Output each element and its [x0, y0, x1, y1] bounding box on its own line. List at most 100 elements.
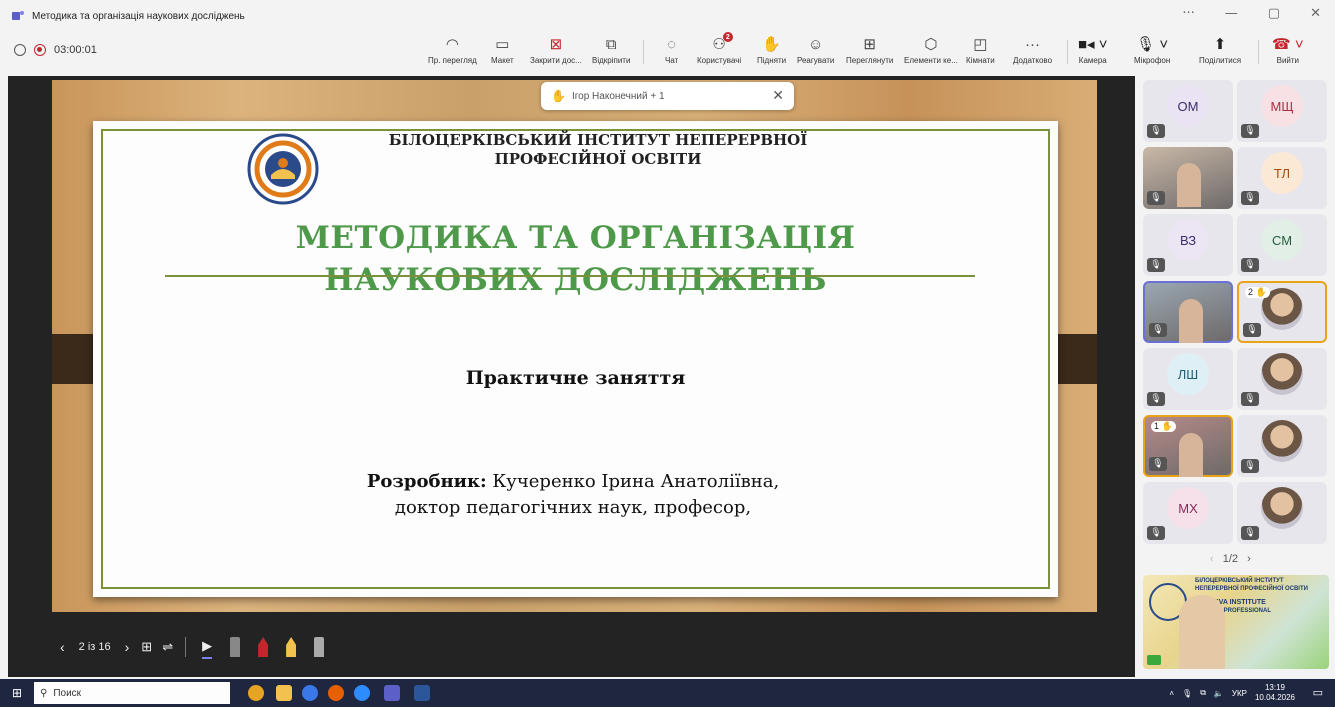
institute-name: БІЛОЦЕРКІВСЬКИЙ ІНСТИТУТ НЕПЕРЕРВНОЇ ПРО…	[388, 131, 808, 168]
pointer-tool-icon[interactable]: ▶	[202, 635, 213, 659]
participant-tile[interactable]: 🎙	[1237, 482, 1327, 544]
next-slide-button[interactable]: ›	[125, 636, 130, 658]
mic-muted-icon: 🎙	[1241, 191, 1259, 205]
toolbar-apps-button[interactable]: ⬡ Елементи ке...	[904, 34, 958, 65]
participant-video	[1179, 299, 1203, 343]
mic-muted-icon: 🎙	[1147, 124, 1165, 138]
participant-tile[interactable]: ТЛ 🎙	[1237, 147, 1327, 209]
window-title: Методика та організація наукових дослідж…	[32, 10, 245, 22]
share-icon: ⬆	[1213, 36, 1227, 53]
camera-icon: ■◂ ˅	[1078, 36, 1108, 53]
toolbar-leave-button[interactable]: ☎ ˅ Вийти	[1272, 34, 1304, 65]
volume-icon[interactable]: 🔈	[1214, 689, 1224, 698]
restore-button[interactable]: ▢	[1268, 6, 1280, 21]
toolbar-people-button[interactable]: ⚇ 2 Користувачі	[697, 32, 741, 65]
participant-photo	[1261, 420, 1303, 462]
firefox-app-icon[interactable]	[328, 685, 344, 701]
pager-prev-button[interactable]: ‹	[1210, 553, 1214, 565]
word-app-icon[interactable]	[414, 685, 430, 701]
eraser-icon[interactable]	[314, 637, 325, 657]
participant-tile[interactable]: 1 ✋ 🎙	[1143, 415, 1233, 477]
participant-tile[interactable]: 🎙	[1143, 147, 1233, 209]
toolbar-stop-sharing-button[interactable]: ⊠ Закрити дос...	[530, 34, 582, 65]
rooms-icon: ◰	[973, 36, 988, 53]
slide-counter: 2 із 16	[78, 641, 111, 653]
title-underline	[165, 275, 975, 277]
more-options-button[interactable]: ···	[1182, 6, 1194, 21]
participant-tile[interactable]: 🎙	[1237, 415, 1327, 477]
participant-tile[interactable]: ВЗ 🎙	[1143, 214, 1233, 276]
emoji-icon: ☺	[808, 35, 824, 53]
tray-mic-icon[interactable]: 🎙	[1182, 689, 1192, 698]
mic-icon: 🎙 ˅	[1136, 36, 1169, 53]
pager-next-button[interactable]: ›	[1247, 553, 1251, 565]
minimize-button[interactable]: —	[1225, 6, 1238, 21]
participant-tile[interactable]: ЛШ 🎙	[1143, 348, 1233, 410]
toolbar-rooms-button[interactable]: ◰ Кімнати	[966, 34, 995, 65]
apps-icon: ⬡	[924, 36, 938, 53]
mic-muted-icon: 🎙	[1149, 323, 1167, 337]
eye-icon: ◠	[445, 36, 459, 53]
window-controls: ··· — ▢ ✕	[1182, 6, 1321, 21]
grid-view-icon[interactable]: ⊞	[141, 636, 152, 658]
toolbar-separator	[1067, 40, 1068, 64]
close-icon[interactable]: ✕	[772, 87, 784, 104]
toolbar-view-button[interactable]: ⊞ Переглянути	[846, 34, 893, 65]
toolbar-preview-button[interactable]: ◠ Пр. перегляд	[428, 34, 477, 65]
mic-muted-icon: 🎙	[1147, 258, 1165, 272]
toolbar-react-button[interactable]: ☺ Реагувати	[797, 34, 834, 66]
participant-tile[interactable]: МХ 🎙	[1143, 482, 1233, 544]
close-window-button[interactable]: ✕	[1310, 6, 1321, 21]
participant-tile[interactable]: СМ 🎙	[1237, 214, 1327, 276]
participant-tile[interactable]: 🎙	[1143, 281, 1233, 343]
recording-timer: 03:00:01	[54, 44, 97, 56]
mic-muted-icon: 🎙	[1241, 392, 1259, 406]
layout-icon: ▭	[495, 36, 510, 53]
settings-sliders-icon[interactable]: ⇌	[162, 636, 173, 658]
self-view-video: БІЛОЦЕРКІВСЬКИЙ ІНСТИТУТ НЕПЕРЕРВНОЇ ПРО…	[1143, 575, 1329, 669]
toolbar-share-button[interactable]: ⬆ Поділитися	[1199, 34, 1241, 65]
record-icon	[34, 44, 46, 56]
toolbar-chat-button[interactable]: ◌ Чат	[665, 34, 678, 66]
highlighter-icon[interactable]	[286, 637, 297, 657]
eraser-tool-icon[interactable]	[230, 637, 241, 657]
toolbar-raise-hand-button[interactable]: ✋ Підняти	[757, 34, 786, 65]
toolbar-separator	[1258, 40, 1259, 64]
toolbar-layout-button[interactable]: ▭ Макет	[491, 34, 514, 65]
raised-hand-notification[interactable]: ✋ Ігор Наконечний + 1 ✕	[541, 82, 794, 110]
zoom-app-icon[interactable]	[354, 685, 370, 701]
tray-overflow-icon[interactable]: ˄	[1169, 689, 1174, 698]
toolbar-unpin-button[interactable]: ⧉ Відкріпити	[592, 34, 630, 66]
browser-app-icon[interactable]	[302, 685, 318, 701]
network-icon[interactable]: ⧉	[1200, 688, 1206, 698]
participant-tile[interactable]: МЩ 🎙	[1237, 80, 1327, 142]
reaction-badge: 2 ✋	[1245, 287, 1270, 298]
participant-tile[interactable]: 🎙	[1237, 348, 1327, 410]
toolbar-more-button[interactable]: ··· Додатково	[1013, 34, 1052, 66]
keyboard-language[interactable]: УКР	[1232, 689, 1247, 698]
file-explorer-icon[interactable]	[276, 685, 292, 701]
teams-taskbar-icon[interactable]	[384, 685, 400, 701]
participant-tile[interactable]: ОМ 🎙	[1143, 80, 1233, 142]
participant-avatar: СМ	[1261, 219, 1303, 261]
participant-photo	[1261, 353, 1303, 395]
slide-author: Розробник: Кучеренко Ірина Анатоліївна, …	[293, 469, 853, 521]
slide-main-title: МЕТОДИКА ТА ОРГАНІЗАЦІЯ НАУКОВИХ ДОСЛІДЖ…	[213, 217, 938, 301]
windows-start-icon[interactable]: ⊞	[12, 686, 22, 700]
prev-slide-button[interactable]: ‹	[60, 636, 65, 658]
toolbar-mic-button[interactable]: 🎙 ˅ Мікрофон	[1134, 34, 1170, 65]
controls-separator	[185, 637, 187, 657]
notifications-icon[interactable]: ▭	[1313, 686, 1323, 699]
taskbar-search[interactable]: ⚲ Поиск	[34, 682, 230, 704]
slide-subtitle: Практичне заняття	[465, 367, 686, 389]
toolbar-camera-button[interactable]: ■◂ ˅ Камера	[1078, 34, 1108, 65]
red-pen-icon[interactable]	[258, 637, 269, 657]
chrome-app-icon[interactable]	[248, 685, 264, 701]
self-view-person	[1179, 595, 1225, 669]
participant-tile[interactable]: 2 ✋ 🎙	[1237, 281, 1327, 343]
close-content-icon: ⊠	[549, 36, 563, 53]
taskbar-clock[interactable]: 13:19 10.04.2026	[1255, 683, 1295, 703]
mic-muted-icon: 🎙	[1241, 258, 1259, 272]
people-icon: ⚇ 2	[712, 32, 733, 54]
shield-icon	[14, 44, 26, 56]
